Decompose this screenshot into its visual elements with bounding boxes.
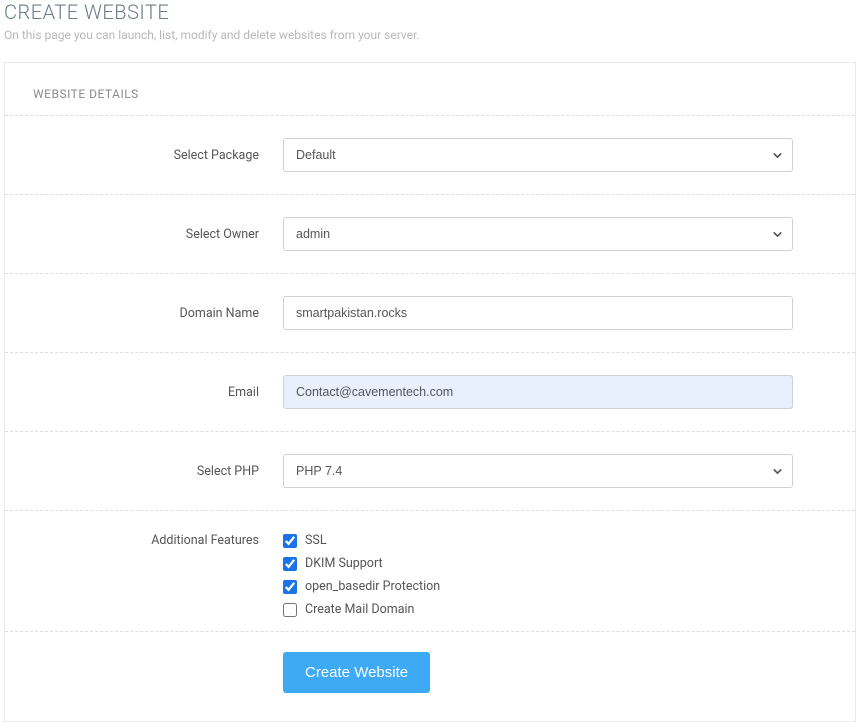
select-package[interactable]: Default bbox=[283, 138, 793, 172]
checkbox-label-open-basedir: open_basedir Protection bbox=[305, 579, 440, 594]
page-title: CREATE WEBSITE bbox=[4, 0, 860, 24]
checkbox-item-mail-domain[interactable]: Create Mail Domain bbox=[283, 602, 793, 617]
checkbox-mail-domain[interactable] bbox=[283, 603, 297, 617]
row-select-owner: Select Owner admin bbox=[5, 194, 855, 273]
row-select-php: Select PHP PHP 7.4 bbox=[5, 431, 855, 510]
checkbox-ssl[interactable] bbox=[283, 534, 297, 548]
create-website-button[interactable]: Create Website bbox=[283, 652, 430, 693]
label-select-owner: Select Owner bbox=[33, 227, 283, 242]
page-subtitle: On this page you can launch, list, modif… bbox=[4, 28, 860, 42]
label-domain-name: Domain Name bbox=[33, 306, 283, 321]
panel-title: WEBSITE DETAILS bbox=[5, 63, 855, 115]
checkbox-group-features: SSL DKIM Support open_basedir Protection… bbox=[283, 533, 793, 617]
row-domain-name: Domain Name bbox=[5, 273, 855, 352]
checkbox-item-ssl[interactable]: SSL bbox=[283, 533, 793, 548]
row-additional-features: Additional Features SSL DKIM Support ope… bbox=[5, 510, 855, 631]
row-select-package: Select Package Default bbox=[5, 115, 855, 194]
select-php[interactable]: PHP 7.4 bbox=[283, 454, 793, 488]
checkbox-label-mail-domain: Create Mail Domain bbox=[305, 602, 414, 617]
row-email: Email bbox=[5, 352, 855, 431]
checkbox-label-dkim: DKIM Support bbox=[305, 556, 383, 571]
input-domain-name[interactable] bbox=[283, 296, 793, 330]
checkbox-dkim[interactable] bbox=[283, 557, 297, 571]
checkbox-open-basedir[interactable] bbox=[283, 580, 297, 594]
label-select-php: Select PHP bbox=[33, 464, 283, 479]
label-additional-features: Additional Features bbox=[33, 533, 283, 548]
checkbox-item-dkim[interactable]: DKIM Support bbox=[283, 556, 793, 571]
website-details-panel: WEBSITE DETAILS Select Package Default S… bbox=[4, 62, 856, 722]
row-submit: Create Website bbox=[5, 631, 855, 721]
input-email[interactable] bbox=[283, 375, 793, 409]
label-email: Email bbox=[33, 385, 283, 400]
checkbox-item-open-basedir[interactable]: open_basedir Protection bbox=[283, 579, 793, 594]
select-owner[interactable]: admin bbox=[283, 217, 793, 251]
label-select-package: Select Package bbox=[33, 148, 283, 163]
checkbox-label-ssl: SSL bbox=[305, 533, 327, 548]
